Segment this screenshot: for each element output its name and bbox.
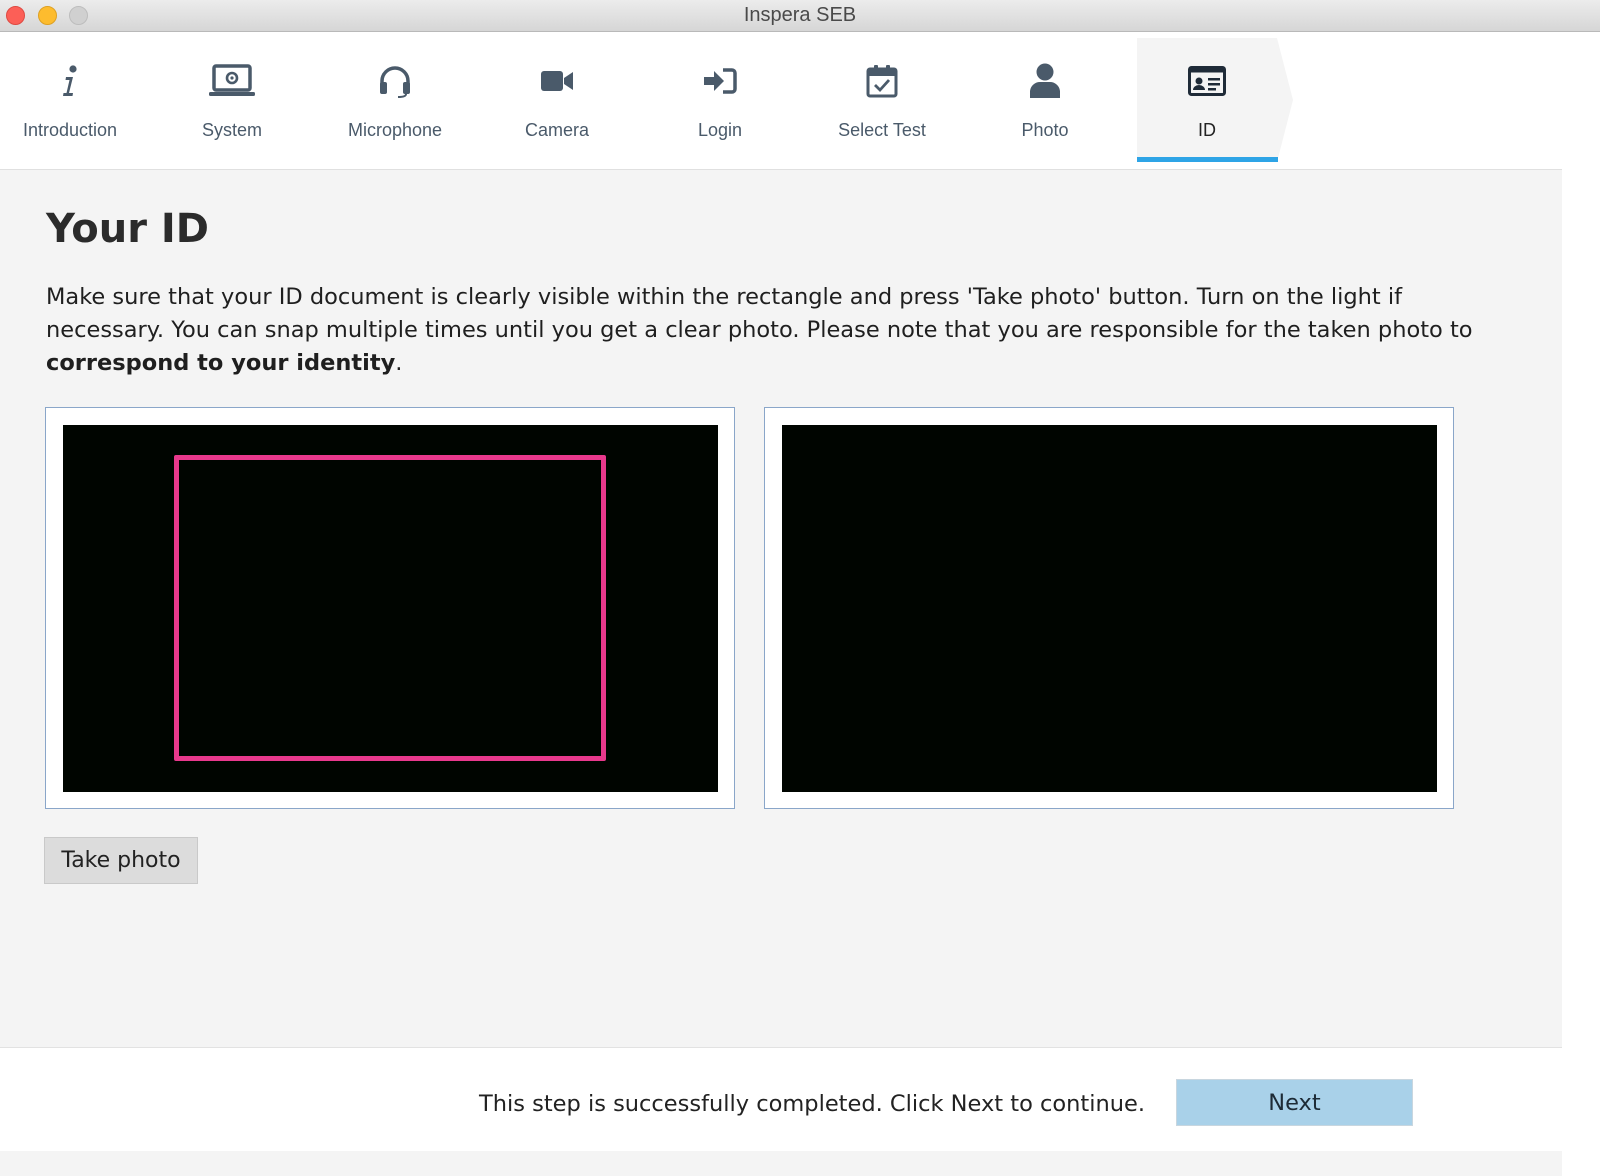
camera-preview-frame — [45, 407, 735, 809]
window-titlebar: Inspera SEB — [0, 0, 1600, 32]
step-navigation: Introduction System Microphone Camera Lo… — [0, 32, 1568, 170]
user-icon — [965, 60, 1125, 102]
camera-live-view — [63, 425, 718, 792]
main-content: Your ID Make sure that your ID document … — [0, 170, 1562, 1047]
calendar-check-icon — [802, 60, 962, 102]
step-label: Microphone — [347, 120, 443, 140]
step-id[interactable]: ID — [1127, 32, 1287, 162]
step-photo[interactable]: Photo — [965, 32, 1125, 162]
snapshot-preview-frame — [764, 407, 1454, 809]
step-status-message: This step is successfully completed. Cli… — [479, 1091, 1145, 1117]
instructions-part: Make sure that your ID document is clear… — [46, 284, 1473, 343]
video-camera-icon — [477, 60, 637, 102]
take-photo-button[interactable]: Take photo — [44, 837, 198, 884]
active-step-indicator — [1137, 157, 1278, 162]
step-label: Introduction — [22, 120, 118, 140]
sign-in-icon — [640, 60, 800, 102]
step-label: Select Test — [838, 120, 926, 140]
step-microphone[interactable]: Microphone — [315, 32, 475, 162]
laptop-icon — [152, 60, 312, 102]
id-alignment-rectangle — [174, 455, 606, 761]
step-label: Login — [697, 120, 743, 140]
window-title: Inspera SEB — [743, 4, 857, 26]
step-system[interactable]: System — [152, 32, 312, 162]
id-card-icon — [1127, 60, 1287, 102]
window-edge — [1562, 32, 1600, 1176]
instructions-emphasis: correspond to your identity — [46, 350, 396, 376]
next-button[interactable]: Next — [1176, 1079, 1413, 1126]
footer-bottom-strip — [0, 1151, 1562, 1176]
step-label: System — [201, 120, 262, 140]
step-select-test[interactable]: Select Test — [802, 32, 962, 162]
step-login[interactable]: Login — [640, 32, 800, 162]
step-label: Photo — [1021, 120, 1069, 140]
info-icon — [0, 60, 150, 102]
step-label: Camera — [524, 120, 590, 140]
footer-bar: This step is successfully completed. Cli… — [0, 1047, 1562, 1152]
instructions-text: Make sure that your ID document is clear… — [46, 281, 1526, 380]
instructions-end: . — [395, 350, 403, 376]
step-introduction[interactable]: Introduction — [0, 32, 150, 162]
headset-icon — [315, 60, 475, 102]
step-label: ID — [1198, 120, 1216, 140]
step-camera[interactable]: Camera — [477, 32, 637, 162]
page-title: Your ID — [46, 206, 209, 252]
captured-photo-view — [782, 425, 1437, 792]
